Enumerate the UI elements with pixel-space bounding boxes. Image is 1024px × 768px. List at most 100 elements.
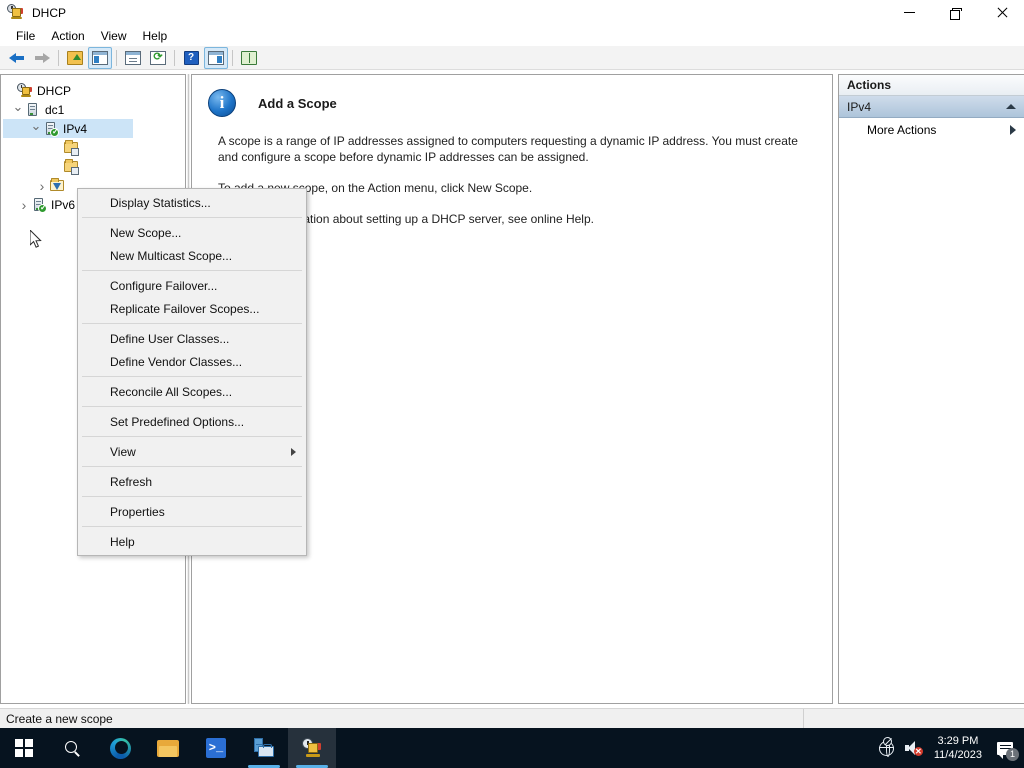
context-menu-item-display-statistics[interactable]: Display Statistics...	[78, 191, 306, 214]
actions-section-ipv4[interactable]: IPv4	[839, 96, 1024, 118]
action-pane-icon	[208, 50, 224, 65]
notifications-button[interactable]: 1	[990, 728, 1020, 768]
tree-pane-icon	[92, 50, 108, 65]
context-menu-item-replicate-failover-scopes[interactable]: Replicate Failover Scopes...	[78, 297, 306, 320]
dhcp-taskbar-button[interactable]	[288, 728, 336, 768]
minimize-icon	[903, 12, 915, 13]
edge-icon	[109, 737, 131, 759]
context-menu-item-reconcile-all-scopes[interactable]: Reconcile All Scopes...	[78, 380, 306, 403]
context-menu-item-label: Configure Failover...	[110, 278, 218, 293]
clock[interactable]: 3:29 PM 11/4/2023	[926, 728, 990, 768]
chevron-right-icon[interactable]	[17, 196, 31, 214]
context-menu-item-properties[interactable]: Properties	[78, 500, 306, 523]
dhcp-icon	[301, 738, 323, 758]
properties-button[interactable]	[121, 47, 145, 69]
tree-node-ipv4[interactable]: IPv4	[3, 119, 133, 138]
context-menu-item-set-predefined-options[interactable]: Set Predefined Options...	[78, 410, 306, 433]
forward-button[interactable]	[30, 47, 54, 69]
tree-node-label: DHCP	[37, 83, 72, 98]
search-icon	[64, 740, 81, 757]
up-one-level-button[interactable]	[63, 47, 87, 69]
system-tray: ✕ 3:29 PM 11/4/2023 1	[874, 728, 1024, 768]
close-button[interactable]	[978, 0, 1024, 25]
toolbar: ⟳ ?	[0, 46, 1024, 70]
help-icon: ?	[183, 50, 199, 65]
menu-help[interactable]: Help	[135, 27, 176, 45]
context-menu-item-configure-failover[interactable]: Configure Failover...	[78, 274, 306, 297]
tree-node-label: IPv6	[51, 197, 76, 212]
arrow-right-icon	[34, 52, 50, 64]
maximize-button[interactable]	[932, 0, 978, 25]
menu-view[interactable]: View	[93, 27, 135, 45]
context-menu-item-refresh[interactable]: Refresh	[78, 470, 306, 493]
edge-button[interactable]	[96, 728, 144, 768]
filters-folder-icon	[49, 178, 65, 194]
server-options-folder-icon	[63, 140, 79, 156]
status-bar-separator	[803, 709, 804, 728]
actions-pane: Actions IPv4 More Actions	[838, 74, 1024, 704]
context-menu-item-label: Define Vendor Classes...	[110, 354, 243, 369]
context-menu-item-define-vendor-classes[interactable]: Define Vendor Classes...	[78, 350, 306, 373]
folder-icon	[157, 739, 179, 757]
tree-node-server-options[interactable]	[3, 138, 185, 157]
server-manager-button[interactable]	[240, 728, 288, 768]
dhcp-root-icon	[17, 82, 33, 99]
show-hide-action-pane-button[interactable]	[204, 46, 228, 69]
toolbar-separator	[232, 49, 233, 66]
properties-icon	[125, 50, 141, 65]
minimize-button[interactable]	[886, 0, 932, 25]
status-bar: Create a new scope	[0, 708, 1024, 728]
tree-node-policies[interactable]	[3, 157, 185, 176]
chevron-right-icon	[291, 447, 296, 456]
chevron-right-icon[interactable]	[35, 177, 49, 195]
context-menu-item-view[interactable]: View	[78, 440, 306, 463]
chevron-down-icon[interactable]	[11, 101, 25, 119]
powershell-button[interactable]: >_	[192, 728, 240, 768]
tree-node-label: IPv4	[63, 121, 88, 136]
main-area: DHCP dc1 IPv4	[0, 70, 1024, 708]
context-menu-item-define-user-classes[interactable]: Define User Classes...	[78, 327, 306, 350]
start-button[interactable]	[0, 728, 48, 768]
context-menu-item-new-multicast-scope[interactable]: New Multicast Scope...	[78, 244, 306, 267]
context-menu-item-label: Properties	[110, 504, 165, 519]
action-item-label: More Actions	[867, 123, 937, 137]
help-button[interactable]: ?	[179, 47, 203, 69]
action-more-actions[interactable]: More Actions	[839, 118, 1024, 142]
actions-pane-header: Actions	[839, 75, 1024, 96]
scope-paragraph-1: A scope is a range of IP addresses assig…	[218, 134, 798, 164]
menu-action[interactable]: Action	[43, 27, 92, 45]
server-icon	[25, 102, 41, 118]
export-list-button[interactable]	[237, 47, 261, 69]
context-menu-separator	[82, 526, 302, 527]
arrow-left-icon	[9, 52, 25, 64]
speaker-muted-icon[interactable]: ✕	[900, 728, 926, 768]
file-explorer-button[interactable]	[144, 728, 192, 768]
add-scope-header: i Add a Scope	[192, 75, 832, 117]
mouse-cursor	[30, 230, 42, 248]
refresh-button[interactable]: ⟳	[146, 47, 170, 69]
context-menu-item-new-scope[interactable]: New Scope...	[78, 221, 306, 244]
window-title: DHCP	[32, 5, 67, 20]
search-button[interactable]	[48, 728, 96, 768]
context-menu-separator	[82, 496, 302, 497]
back-button[interactable]	[5, 47, 29, 69]
expander-placeholder	[49, 139, 63, 157]
context-menu-item-label: Help	[110, 534, 135, 549]
restore-icon	[949, 7, 962, 20]
context-menu-item-label: New Multicast Scope...	[110, 248, 233, 263]
expander-placeholder	[3, 82, 17, 100]
network-disconnected-icon[interactable]	[874, 728, 900, 768]
tree-node-dhcp[interactable]: DHCP	[3, 81, 185, 100]
context-menu-item-help[interactable]: Help	[78, 530, 306, 553]
policies-folder-icon	[63, 159, 79, 175]
tree-node-dc1[interactable]: dc1	[3, 100, 185, 119]
show-hide-console-tree-button[interactable]	[88, 46, 112, 69]
context-menu-item-label: New Scope...	[110, 225, 182, 240]
menu-bar: File Action View Help	[0, 25, 1024, 46]
server-ok-icon	[31, 197, 47, 213]
context-menu-item-label: Display Statistics...	[110, 195, 211, 210]
page-title: Add a Scope	[258, 95, 337, 111]
menu-file[interactable]: File	[8, 27, 43, 45]
caret-up-icon[interactable]	[1006, 104, 1016, 109]
chevron-down-icon[interactable]	[29, 120, 43, 138]
